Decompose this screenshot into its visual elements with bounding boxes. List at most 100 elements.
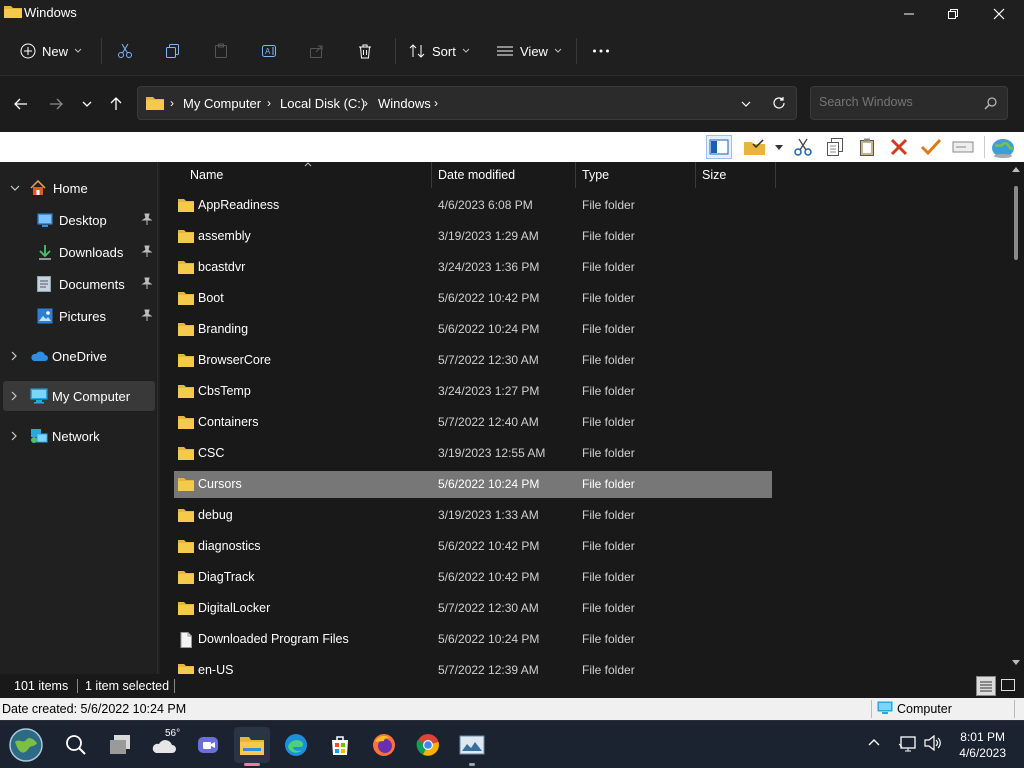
search-taskbar-button[interactable] <box>58 727 94 763</box>
maximize-button[interactable] <box>930 0 976 28</box>
table-row[interactable]: debug 3/19/2023 1:33 AM File folder <box>174 502 772 529</box>
file-date-modified: 5/6/2022 10:42 PM <box>438 291 540 305</box>
table-row[interactable]: en-US 5/7/2022 12:39 AM File folder <box>174 657 772 674</box>
rename-button[interactable]: A <box>261 36 279 66</box>
sidebar-item-home[interactable]: Home <box>0 173 156 203</box>
table-row[interactable]: DigitalLocker 5/7/2022 12:30 AM File folde… <box>174 595 772 622</box>
table-row[interactable]: AppReadiness 4/6/2023 6:08 PM File folder <box>174 192 772 219</box>
weather-widget[interactable]: 56° <box>146 727 182 763</box>
delete-button[interactable] <box>357 36 373 66</box>
table-row[interactable]: CbsTemp 3/24/2023 1:27 PM File folder <box>174 378 772 405</box>
table-row[interactable]: CSC 3/19/2023 12:55 AM File folder <box>174 440 772 467</box>
up-button[interactable] <box>104 94 128 114</box>
folder-icon <box>146 97 164 110</box>
file-name: Containers <box>198 415 259 429</box>
toolbar-checkmark-button[interactable] <box>918 135 944 159</box>
folder-icon <box>178 385 194 398</box>
sidebar-item-downloads[interactable]: Downloads <box>0 237 156 267</box>
preview-pane-button[interactable] <box>706 135 732 159</box>
file-type: File folder <box>582 570 635 584</box>
table-row[interactable]: Downloaded Program Files 5/6/2022 10:24 P… <box>174 626 772 653</box>
new-label: New <box>42 43 69 59</box>
computer-icon <box>30 388 48 404</box>
scroll-down-arrow-icon[interactable] <box>1012 660 1020 666</box>
vertical-scrollbar[interactable] <box>1008 162 1024 674</box>
select-folder-button[interactable] <box>742 135 768 159</box>
table-row[interactable]: Cursors 5/6/2022 10:24 PM File folder <box>174 471 772 498</box>
share-button[interactable] <box>309 36 325 66</box>
toolbar-cut-button[interactable] <box>790 135 816 159</box>
show-hidden-icons-chevron-icon[interactable] <box>868 738 880 746</box>
teams-chat-button[interactable] <box>190 727 226 763</box>
breadcrumb-my-computer[interactable]: My Computer <box>183 96 261 111</box>
table-row[interactable]: assembly 3/19/2023 1:29 AM File folder <box>174 223 772 250</box>
toolbar-paste-button[interactable] <box>854 135 880 159</box>
more-options-button[interactable] <box>592 36 610 66</box>
sidebar-item-my-computer[interactable]: My Computer <box>3 381 155 411</box>
address-row: › My Computer › Local Disk (C:) › Window… <box>0 76 1024 132</box>
tiles-view-button[interactable] <box>999 676 1019 696</box>
toolbar-globe-button[interactable] <box>990 135 1016 159</box>
folder-icon <box>178 354 194 367</box>
chrome-icon <box>416 734 439 756</box>
task-view-button[interactable] <box>102 727 138 763</box>
search-box[interactable] <box>810 86 1008 120</box>
toolbar-delete-button[interactable] <box>886 135 912 159</box>
close-button[interactable] <box>976 0 1022 28</box>
store-button[interactable] <box>322 727 358 763</box>
back-button[interactable] <box>9 94 33 114</box>
refresh-icon[interactable] <box>772 96 786 110</box>
chevron-right-icon[interactable] <box>10 391 18 401</box>
photo-app-button[interactable] <box>454 727 490 766</box>
breadcrumb-local-disk[interactable]: Local Disk (C:) <box>280 96 365 111</box>
edge-browser-button[interactable] <box>278 727 314 763</box>
table-row[interactable]: diagnostics 5/6/2022 10:42 PM File folder <box>174 533 772 560</box>
network-status-icon[interactable] <box>898 735 918 753</box>
recent-locations-button[interactable] <box>75 94 99 114</box>
table-row[interactable]: bcastdvr 3/24/2023 1:36 PM File folder <box>174 254 772 281</box>
clock[interactable]: 8:01 PM 4/6/2023 <box>959 729 1006 761</box>
file-type: File folder <box>582 632 635 646</box>
volume-icon[interactable] <box>924 735 942 751</box>
file-explorer-taskbar-button[interactable] <box>234 727 270 766</box>
toolbar-copy-button[interactable] <box>822 135 848 159</box>
table-row[interactable]: Containers 5/7/2022 12:40 AM File folder <box>174 409 772 436</box>
column-header-name[interactable]: Name <box>190 168 223 182</box>
select-dropdown[interactable] <box>771 135 787 159</box>
chevron-down-icon[interactable] <box>10 184 20 192</box>
table-row[interactable]: BrowserCore 5/7/2022 12:30 AM File folder <box>174 347 772 374</box>
search-input[interactable] <box>819 95 979 109</box>
minimize-icon <box>904 13 914 15</box>
details-view-button[interactable] <box>976 676 996 696</box>
scrollbar-thumb[interactable] <box>1014 186 1018 260</box>
firefox-button[interactable] <box>366 727 402 763</box>
sidebar-item-documents[interactable]: Documents <box>0 269 156 299</box>
copy-button[interactable] <box>165 36 181 66</box>
chevron-right-icon[interactable] <box>10 431 18 441</box>
sidebar-item-pictures[interactable]: Pictures <box>0 301 156 331</box>
table-row[interactable]: Branding 5/6/2022 10:24 PM File folder <box>174 316 772 343</box>
paste-button[interactable] <box>213 36 229 66</box>
table-row[interactable]: Boot 5/6/2022 10:42 PM File folder <box>174 285 772 312</box>
table-row[interactable]: DiagTrack 5/6/2022 10:42 PM File folder <box>174 564 772 591</box>
new-button[interactable]: New <box>20 36 82 66</box>
cut-button[interactable] <box>117 36 133 66</box>
sidebar-item-onedrive[interactable]: OneDrive <box>0 341 156 371</box>
sidebar-item-network[interactable]: Network <box>0 421 156 451</box>
forward-button[interactable] <box>44 94 68 114</box>
breadcrumb-windows[interactable]: Windows <box>378 96 431 111</box>
view-button[interactable]: View <box>496 36 562 66</box>
column-header-date-modified[interactable]: Date modified <box>438 168 515 182</box>
toolbar-rename-button[interactable] <box>950 135 976 159</box>
column-header-size[interactable]: Size <box>702 168 726 182</box>
column-header-type[interactable]: Type <box>582 168 609 182</box>
chevron-right-icon[interactable] <box>10 351 18 361</box>
chrome-button[interactable] <box>410 727 446 763</box>
start-button[interactable] <box>8 727 44 763</box>
address-history-dropdown[interactable] <box>741 101 751 107</box>
scroll-up-arrow-icon[interactable] <box>1012 166 1020 172</box>
minimize-button[interactable] <box>886 0 932 28</box>
address-bar[interactable]: › My Computer › Local Disk (C:) › Window… <box>137 86 797 120</box>
sidebar-item-desktop[interactable]: Desktop <box>0 205 156 235</box>
sort-button[interactable]: Sort <box>408 36 470 66</box>
